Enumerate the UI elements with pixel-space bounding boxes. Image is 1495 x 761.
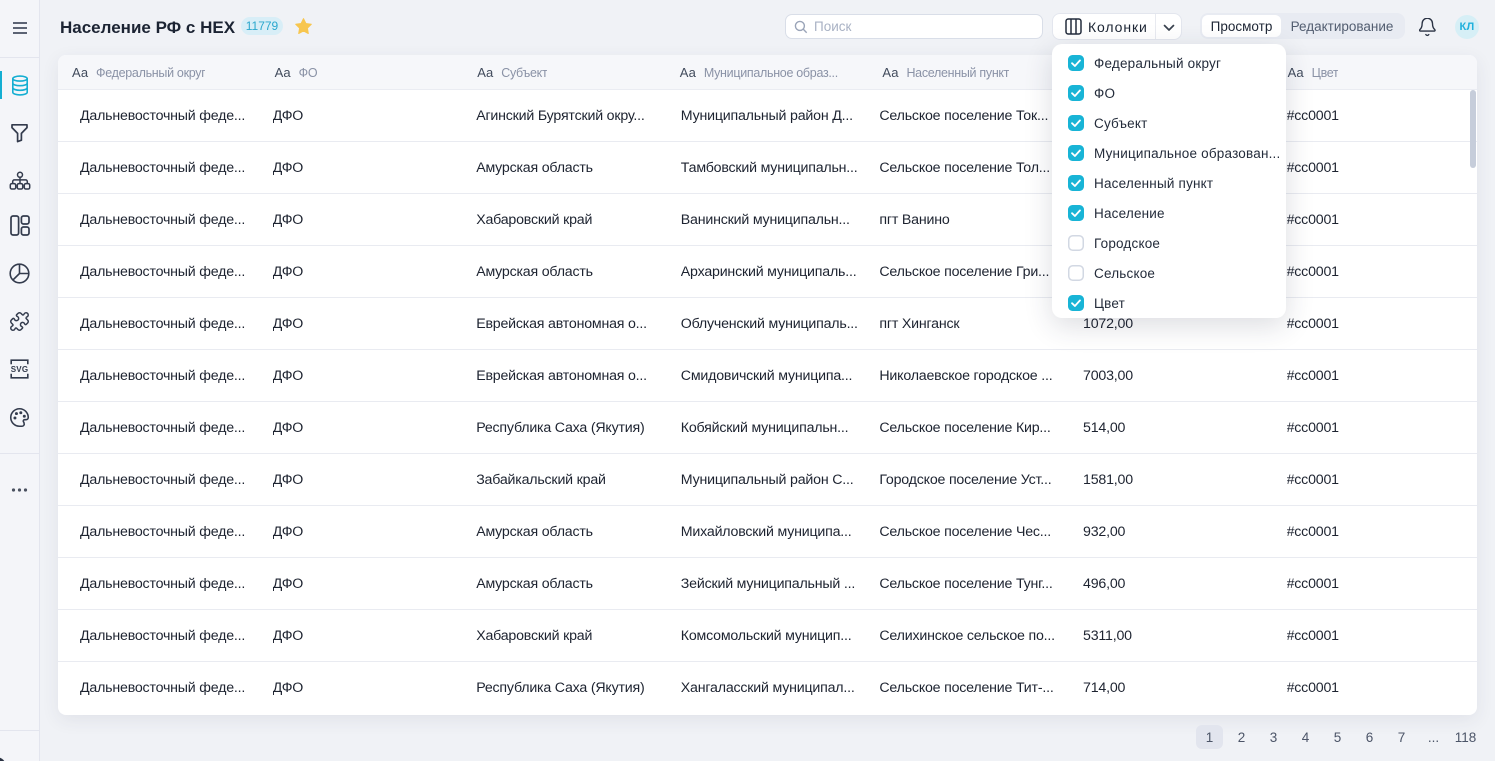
svg-text:SVG: SVG <box>11 365 29 374</box>
